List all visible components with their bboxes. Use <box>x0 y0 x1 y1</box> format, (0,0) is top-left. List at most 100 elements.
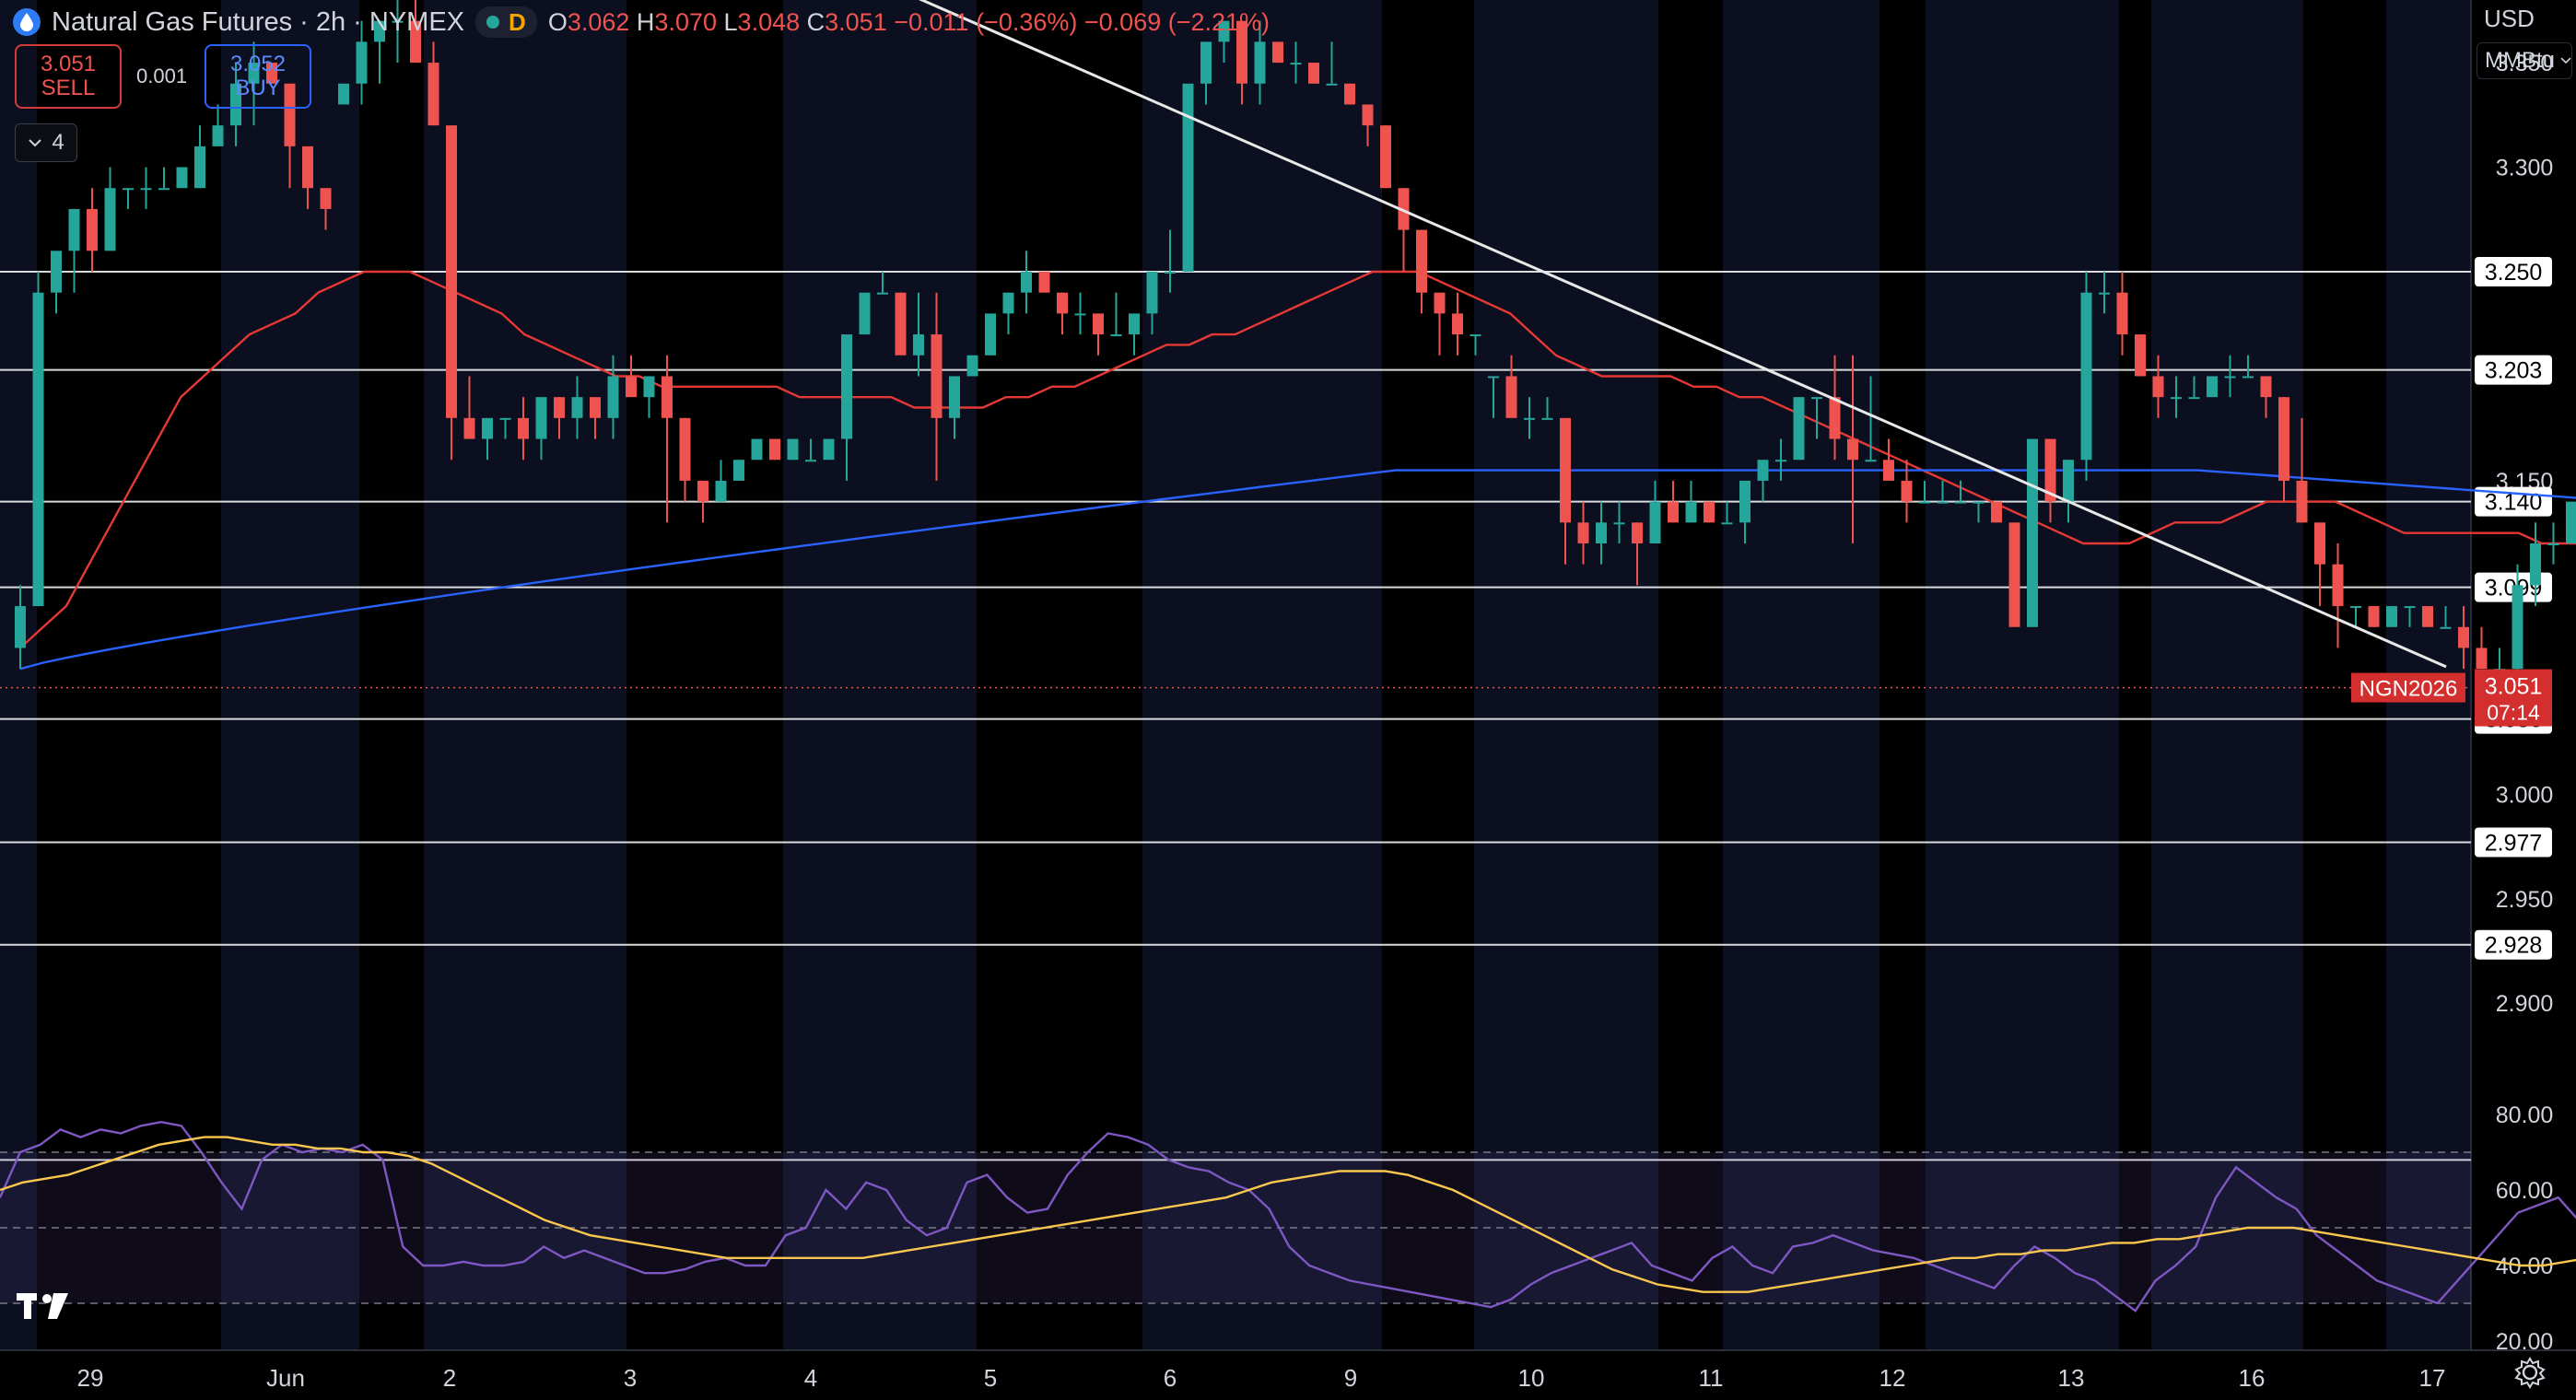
rsi-level-label: 80.00 <box>2496 1102 2554 1128</box>
candle-body <box>1704 501 1715 523</box>
candle-body <box>1596 522 1607 543</box>
candle-body <box>1488 376 1499 379</box>
candle-body <box>87 208 98 251</box>
y-tick-label: 3.000 <box>2496 782 2554 808</box>
candle-body <box>571 397 583 418</box>
candle-body <box>1165 272 1176 274</box>
candle-body <box>1182 83 1194 273</box>
candle-body <box>1326 83 1338 86</box>
ohlc-readout: O3.062 H3.070 L3.048 C3.051 −0.011 (−0.3… <box>547 7 1270 36</box>
candle-body <box>931 334 943 418</box>
candle-body <box>2207 376 2218 398</box>
symbol-header: Natural Gas Futures · 2h · NYMEX D O3.06… <box>13 4 1270 41</box>
buy-price: 3.052 <box>229 52 287 76</box>
candle-body <box>15 606 26 648</box>
candle-body <box>1937 501 1949 504</box>
rsi-band-fill <box>0 1152 2471 1303</box>
candle-body <box>1129 313 1140 335</box>
candle-body <box>1883 460 1894 481</box>
candle-body <box>1865 460 1877 462</box>
unit-selector[interactable]: MMBtu <box>2476 42 2572 79</box>
y-tick-label: 2.950 <box>2496 887 2554 913</box>
y-tick-label: 3.300 <box>2496 156 2554 181</box>
candle-body <box>590 397 601 418</box>
data-delay-badge: D <box>509 7 526 36</box>
candle-body <box>1632 522 1643 543</box>
x-axis-label: 16 <box>2239 1364 2266 1392</box>
x-axis-label: 17 <box>2419 1364 2446 1392</box>
candle-body <box>1577 522 1589 543</box>
candle-body <box>697 480 708 502</box>
rsi-level-label: 20.00 <box>2496 1329 2554 1355</box>
x-axis-label: 13 <box>2058 1364 2085 1392</box>
candle-body <box>751 438 763 461</box>
candle-body <box>1901 480 1913 502</box>
market-open-dot <box>486 16 500 29</box>
x-axis-label: Jun <box>266 1364 305 1392</box>
candle-body <box>626 376 637 398</box>
currency-label: USD <box>2484 4 2535 32</box>
candle-body <box>1290 63 1302 65</box>
candle-body <box>1002 292 1014 314</box>
candle-body <box>2296 480 2308 523</box>
candle-body <box>877 292 888 295</box>
symbol-title[interactable]: Natural Gas Futures · 2h · NYMEX <box>52 7 464 38</box>
candle-body <box>2008 522 2020 627</box>
x-axis-label: 6 <box>1164 1364 1177 1392</box>
symbol-tag-label: NGN2026 <box>2359 677 2458 702</box>
candle-body <box>1093 313 1104 335</box>
buy-label: BUY <box>235 76 281 100</box>
candle-body <box>1254 41 1266 84</box>
market-status-pill[interactable]: D <box>475 6 537 38</box>
candle-body <box>302 146 313 189</box>
x-axis-label: 2 <box>443 1364 456 1392</box>
candle-body <box>1057 292 1068 314</box>
rsi-level-label: 60.00 <box>2496 1178 2554 1204</box>
candle-body <box>2440 626 2452 629</box>
candle-body <box>2512 585 2523 670</box>
candle-body <box>1416 229 1427 293</box>
price-chart[interactable]: 3.3503.3003.1503.0002.9502.9003.2503.203… <box>0 0 2576 1400</box>
candle-body <box>1973 501 1985 504</box>
candle-body <box>1469 334 1481 337</box>
candle-body <box>2188 397 2200 400</box>
tradingview-logo-icon[interactable] <box>17 1289 76 1323</box>
candle-body <box>2332 564 2344 607</box>
candle-body <box>823 438 835 461</box>
candle-body <box>1649 501 1661 543</box>
candle-body <box>679 417 691 481</box>
candle-body <box>2314 522 2325 565</box>
candle-body <box>2566 501 2576 543</box>
level-price-label: 3.250 <box>2485 260 2543 286</box>
candle-body <box>1200 41 1212 84</box>
chart-stage[interactable]: 3.350 3.300 3.150 3.000 2.950 2.900 3.250 3.203… <box>0 0 2576 1400</box>
candle-body <box>1038 272 1050 293</box>
chevron-down-icon <box>29 139 42 147</box>
candle-body <box>1721 522 1733 525</box>
indicator-count: 4 <box>52 130 64 155</box>
candle-body <box>2530 543 2541 586</box>
spread-value: 0.001 <box>136 64 188 88</box>
session-shade-band <box>2151 0 2303 1350</box>
indicators-toggle[interactable]: 4 <box>15 123 77 162</box>
buy-button[interactable]: 3.052 BUY <box>205 44 311 109</box>
candle-body <box>2350 606 2361 609</box>
settings-gear-icon[interactable] <box>2513 1356 2547 1389</box>
candle-body <box>535 397 547 439</box>
candle-body <box>1074 313 1086 316</box>
candle-body <box>2242 376 2254 379</box>
last-price-value: 3.051 <box>2485 674 2543 700</box>
candle-body <box>32 292 44 607</box>
chevron-down-icon <box>2560 57 2571 64</box>
candle-body <box>1110 334 1122 337</box>
ohlc-change: −0.011 (−0.36%) <box>894 7 1078 36</box>
candle-body <box>841 334 852 439</box>
candle-body <box>1847 438 1858 461</box>
x-axis-label: 9 <box>1344 1364 1357 1392</box>
candle-body <box>2422 606 2433 627</box>
sell-button[interactable]: 3.051 SELL <box>15 44 122 109</box>
candle-body <box>733 460 744 481</box>
candle-body <box>1560 417 1571 523</box>
candle-body <box>1919 501 1930 504</box>
currency-selector[interactable]: USD <box>2476 0 2576 37</box>
